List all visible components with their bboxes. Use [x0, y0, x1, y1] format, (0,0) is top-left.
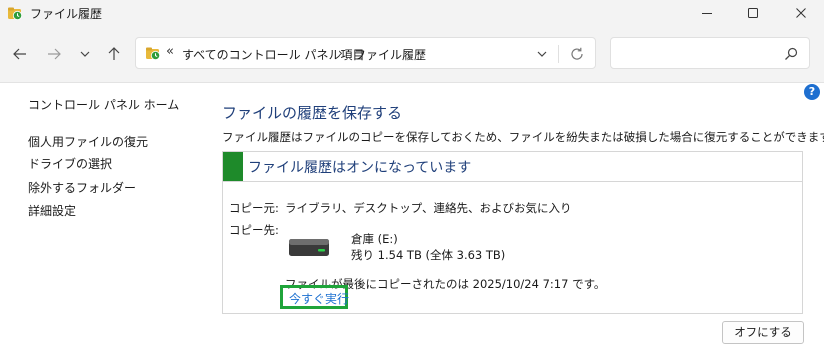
title-bar: ファイル履歴 — [0, 0, 824, 26]
arrow-up-icon — [108, 47, 120, 60]
hard-drive-icon — [289, 239, 329, 256]
chevron-down-icon[interactable] — [534, 46, 550, 62]
address-divider — [558, 45, 559, 63]
file-history-icon — [146, 47, 161, 61]
sidebar-item-exclude-folders[interactable]: 除外するフォルダー — [28, 179, 136, 196]
drive-free-space: 残り 1.54 TB (全体 3.63 TB) — [351, 248, 506, 262]
run-now-link[interactable]: 今すぐ実行 — [289, 290, 349, 307]
drive-name: 倉庫 (E:) — [351, 232, 398, 246]
status-header: ファイル履歴はオンになっています — [223, 152, 802, 182]
status-indicator — [223, 152, 243, 181]
close-icon — [796, 8, 806, 18]
arrow-right-icon — [48, 48, 61, 60]
file-history-status-panel: ファイル履歴はオンになっています コピー元: ライブラリ、デスクトップ、連絡先、… — [222, 151, 803, 314]
breadcrumb-separator[interactable]: › — [338, 46, 343, 60]
forward-button[interactable] — [40, 40, 68, 68]
breadcrumb-file-history[interactable]: ファイル履歴 — [354, 46, 426, 63]
recent-locations-button[interactable] — [71, 40, 99, 68]
copy-to-label: コピー先: — [229, 223, 279, 237]
turn-off-button[interactable]: オフにする — [722, 321, 804, 344]
copy-from-value: ライブラリ、デスクトップ、連絡先、およびお気に入り — [285, 201, 572, 215]
sidebar-item-advanced-settings[interactable]: 詳細設定 — [28, 202, 76, 219]
minimize-icon — [702, 13, 712, 14]
help-icon[interactable]: ? — [804, 84, 820, 100]
maximize-icon — [748, 8, 758, 18]
up-button[interactable] — [100, 40, 128, 68]
file-history-app-icon — [8, 7, 23, 21]
sidebar-item-control-panel-home[interactable]: コントロール パネル ホーム — [28, 96, 179, 113]
search-icon[interactable] — [783, 46, 799, 62]
run-now-highlight: 今すぐ実行 — [280, 285, 349, 309]
page-title: ファイルの履歴を保存する — [222, 104, 403, 122]
breadcrumb-overflow[interactable]: « — [166, 44, 174, 59]
chevron-down-icon — [80, 51, 90, 57]
sidebar-item-restore-personal-files[interactable]: 個人用ファイルの復元 — [28, 133, 148, 150]
status-text: ファイル履歴はオンになっています — [248, 160, 472, 176]
arrow-left-icon — [13, 48, 26, 60]
maximize-button[interactable] — [730, 0, 776, 26]
address-bar[interactable]: « すべてのコントロール パネル項目 › ファイル履歴 — [135, 37, 596, 69]
minimize-button[interactable] — [684, 0, 730, 26]
search-box[interactable] — [610, 37, 810, 69]
navigation-bar: « すべてのコントロール パネル項目 › ファイル履歴 — [0, 26, 824, 83]
back-button[interactable] — [6, 40, 34, 68]
sidebar-item-select-drive[interactable]: ドライブの選択 — [28, 155, 112, 172]
page-description: ファイル履歴はファイルのコピーを保存しておくため、ファイルを紛失または破損した場… — [222, 130, 824, 144]
window-title: ファイル履歴 — [30, 7, 103, 21]
refresh-icon[interactable] — [569, 46, 585, 62]
close-button[interactable] — [778, 0, 824, 26]
copy-from-label: コピー元: — [229, 201, 279, 215]
